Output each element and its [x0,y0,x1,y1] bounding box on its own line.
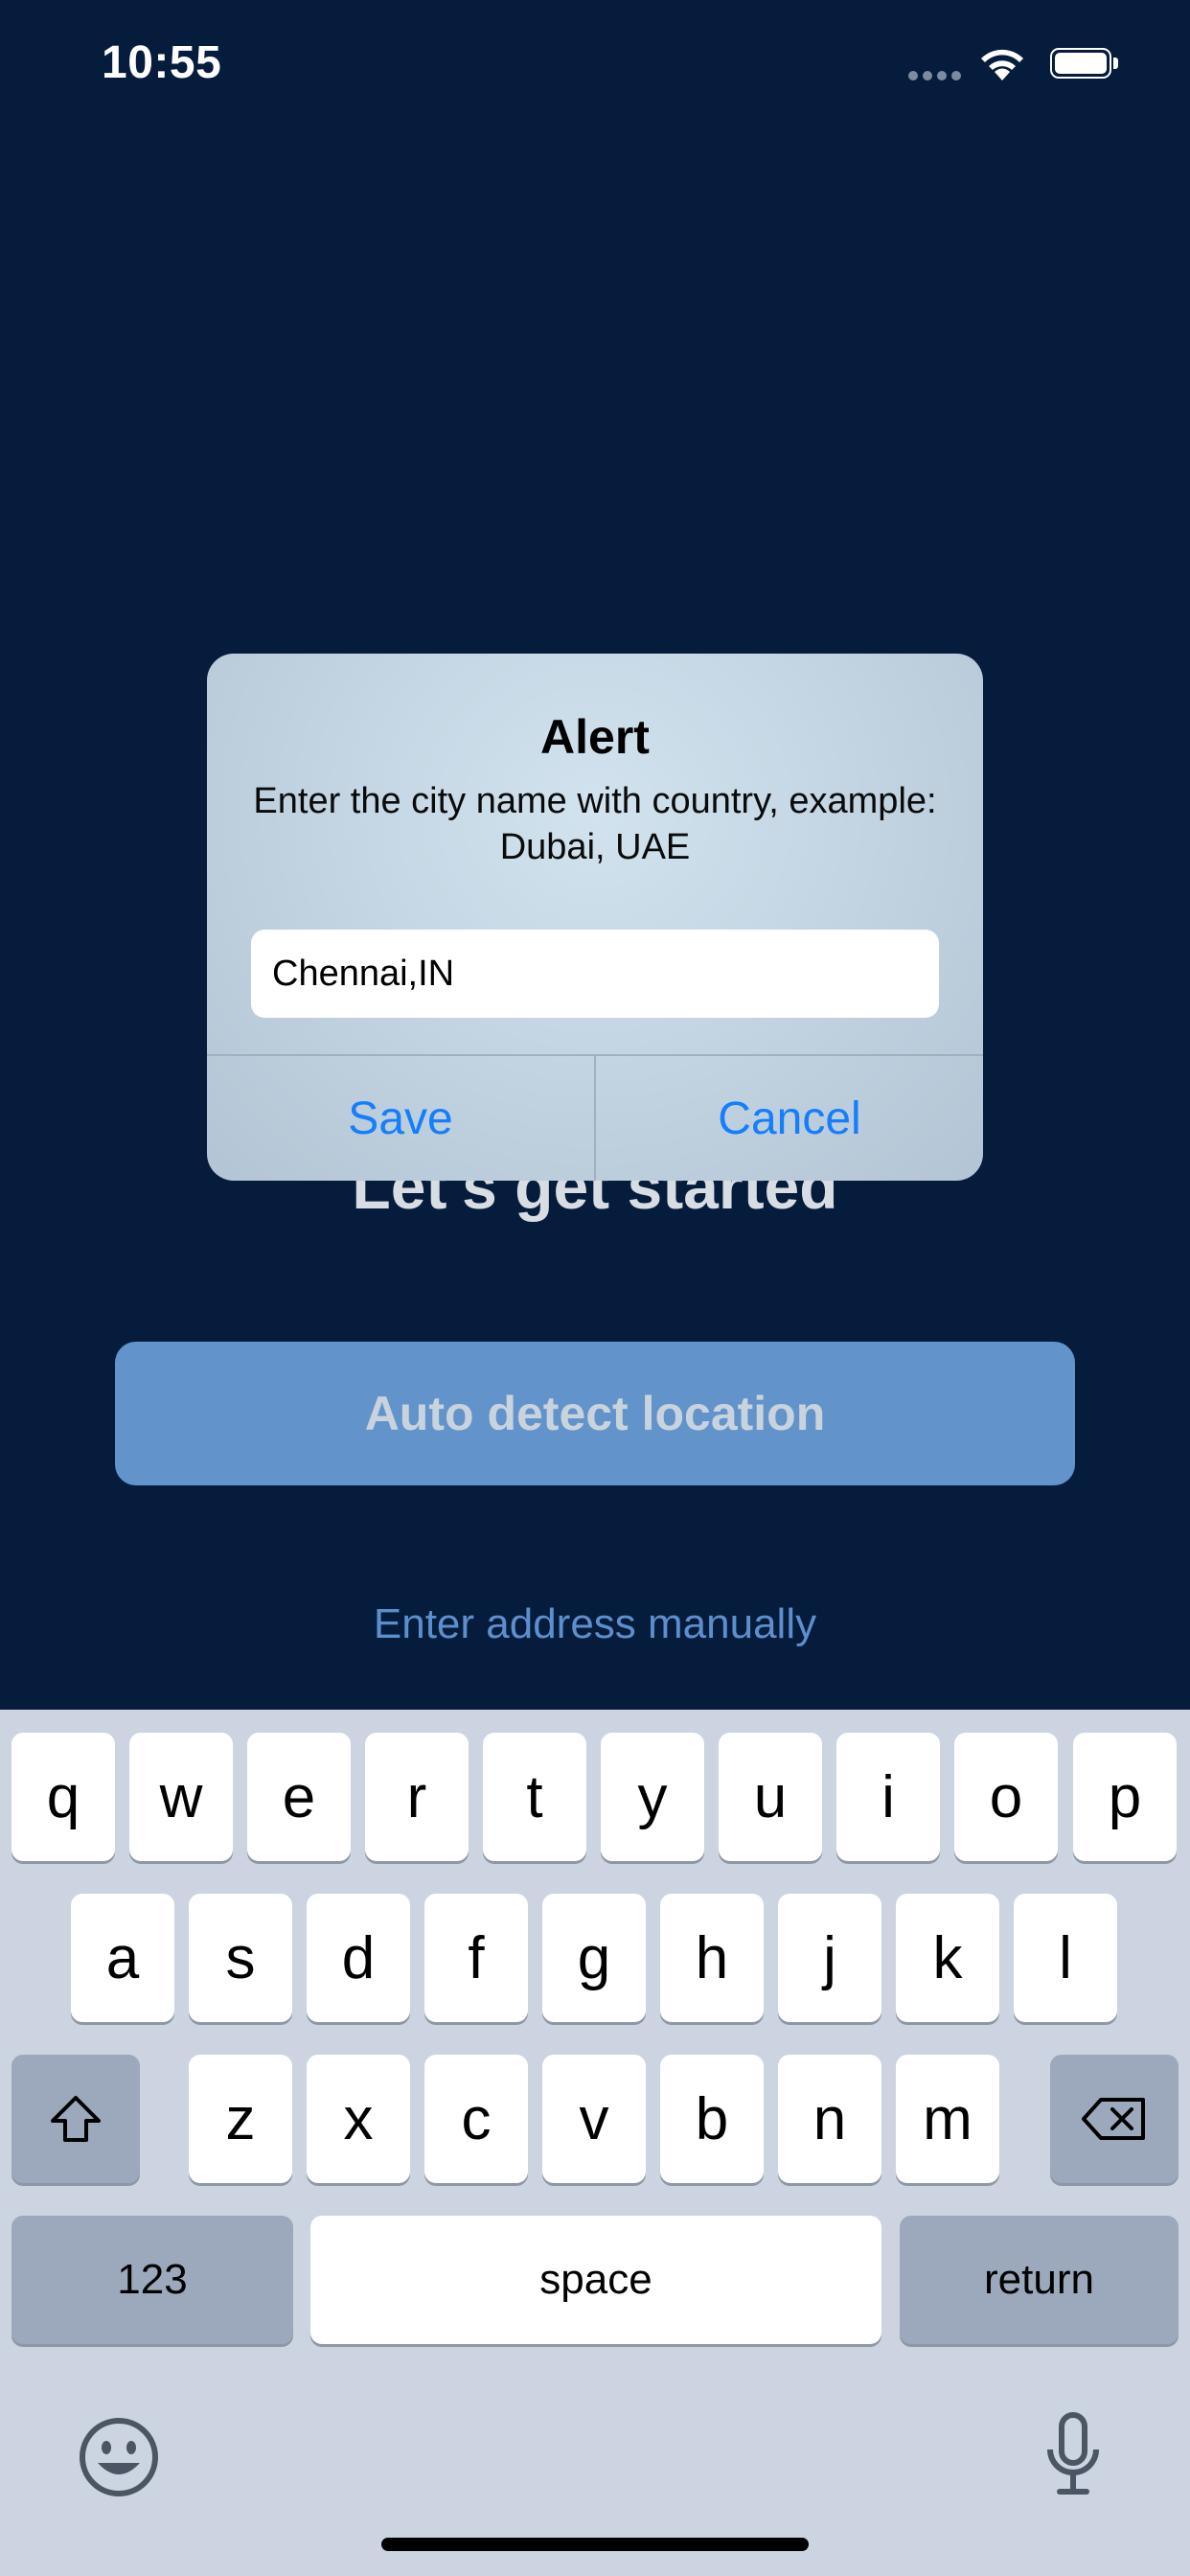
key[interactable]: j [778,1894,881,2022]
save-button[interactable]: Save [207,1056,594,1181]
status-icons [908,44,1129,82]
alert-dialog: Alert Enter the city name with country, … [207,654,983,1181]
shift-icon [51,2096,101,2142]
city-input[interactable]: Chennai,IN [251,930,939,1018]
key[interactable]: y [601,1733,704,1861]
key[interactable]: b [660,2055,764,2183]
keyboard: q w e r t y u i o p a s d f g h j k l z … [0,1710,1190,2576]
return-key[interactable]: return [900,2216,1179,2344]
key[interactable]: w [129,1733,233,1861]
cellular-signal-icon [908,71,962,80]
backspace-key[interactable] [1050,2055,1179,2183]
microphone-icon[interactable] [1042,2411,1104,2499]
alert-message: Enter the city name with country, exampl… [253,781,937,867]
wifi-icon [981,49,1023,80]
key[interactable]: k [896,1894,999,2022]
key[interactable]: r [365,1733,469,1861]
key[interactable]: p [1073,1733,1177,1861]
key[interactable]: z [189,2055,292,2183]
key[interactable]: o [954,1733,1058,1861]
key[interactable]: t [483,1733,586,1861]
key[interactable]: l [1014,1894,1117,2022]
key[interactable]: m [896,2055,999,2183]
shift-key[interactable] [11,2055,140,2183]
key[interactable]: u [719,1733,822,1861]
auto-detect-location-button[interactable]: Auto detect location [115,1342,1075,1485]
key[interactable]: s [189,1894,292,2022]
key[interactable]: q [11,1733,115,1861]
enter-address-manually-link[interactable]: Enter address manually [0,1600,1190,1648]
emoji-icon[interactable] [77,2415,161,2499]
key[interactable]: a [71,1894,174,2022]
key[interactable]: h [660,1894,764,2022]
alert-title: Alert [540,710,650,764]
key[interactable]: n [778,2055,881,2183]
backspace-icon [1082,2098,1145,2140]
cancel-button[interactable]: Cancel [596,1056,983,1181]
numbers-key[interactable]: 123 [11,2216,293,2344]
battery-icon [1050,48,1119,80]
key[interactable]: f [424,1894,528,2022]
key[interactable]: c [424,2055,528,2183]
key[interactable]: x [307,2055,410,2183]
key[interactable]: g [542,1894,646,2022]
home-indicator[interactable] [381,2538,809,2551]
key[interactable]: e [247,1733,351,1861]
key[interactable]: d [307,1894,410,2022]
key[interactable]: v [542,2055,646,2183]
space-key[interactable]: space [310,2216,881,2344]
status-time: 10:55 [102,37,222,88]
key[interactable]: i [836,1733,940,1861]
